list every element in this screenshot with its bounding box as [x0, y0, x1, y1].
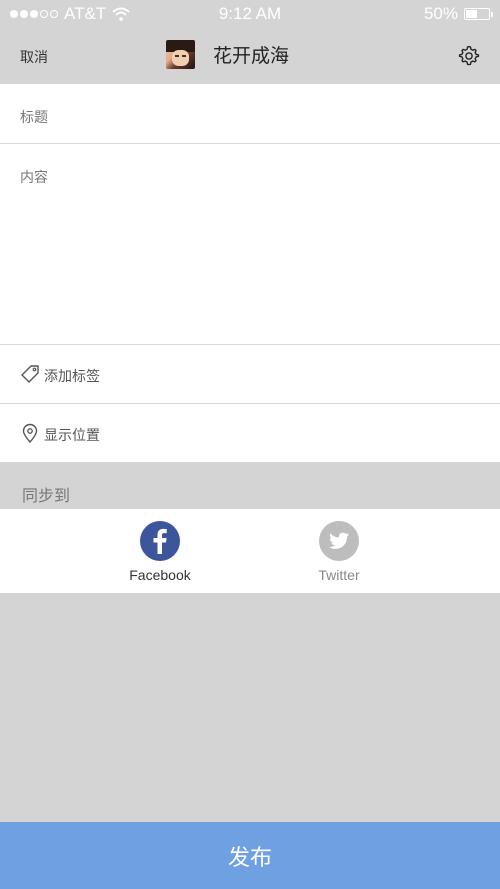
sync-targets: Facebook Twitter [0, 509, 500, 593]
title-field[interactable]: 标题 [0, 84, 500, 144]
nav-title-group: 花开成海 [166, 40, 289, 69]
sync-header-label: 同步到 [22, 486, 71, 505]
battery-icon [464, 8, 493, 20]
facebook-label: Facebook [129, 567, 191, 583]
twitter-icon [319, 521, 359, 561]
battery-fill [466, 10, 477, 18]
post-form: 标题 内容 添加标签 显示位置 [0, 84, 500, 462]
nav-bar: 取消 花开成海 [0, 28, 500, 84]
status-bar: AT&T 9:12 AM 50% [0, 0, 500, 28]
tag-icon [21, 365, 39, 383]
content-field[interactable]: 内容 [0, 144, 500, 345]
publish-button[interactable]: 发布 [0, 822, 500, 889]
sync-section-header: 同步到 [0, 463, 500, 509]
location-pin-icon [22, 423, 38, 443]
content-placeholder: 内容 [20, 170, 48, 186]
facebook-share-button[interactable]: Facebook [110, 521, 210, 583]
title-placeholder: 标题 [20, 110, 48, 126]
add-tag-label: 添加标签 [44, 369, 100, 385]
twitter-share-button[interactable]: Twitter [289, 521, 389, 583]
status-right: 50% [423, 4, 493, 24]
publish-label: 发布 [227, 845, 272, 871]
show-location-row[interactable]: 显示位置 [0, 404, 500, 462]
show-location-label: 显示位置 [44, 428, 100, 444]
cancel-button[interactable]: 取消 [20, 47, 48, 67]
battery-percent: 50% [423, 4, 458, 23]
page-title: 花开成海 [213, 45, 290, 67]
facebook-icon [140, 521, 180, 561]
add-tag-row[interactable]: 添加标签 [0, 345, 500, 404]
twitter-label: Twitter [318, 567, 360, 583]
gear-icon[interactable] [458, 45, 480, 67]
avatar[interactable] [166, 40, 195, 69]
